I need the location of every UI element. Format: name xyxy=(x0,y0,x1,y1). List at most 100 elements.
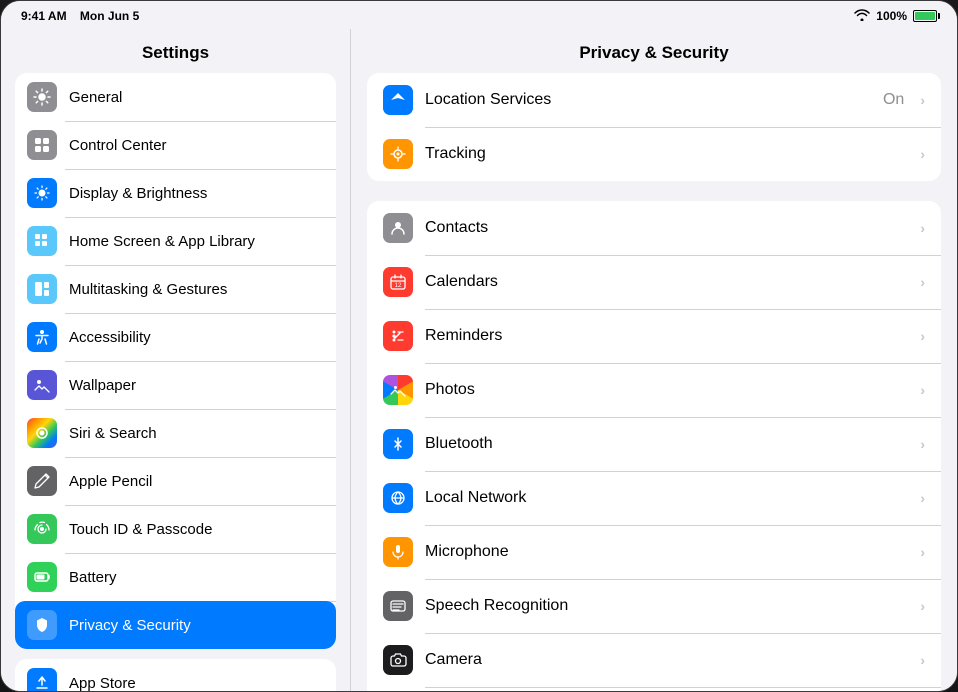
bluetooth-icon xyxy=(383,429,413,459)
location-services-chevron: › xyxy=(920,92,925,108)
apple-pencil-label: Apple Pencil xyxy=(69,473,152,490)
row-calendars[interactable]: 12 Calendars › xyxy=(367,255,941,309)
status-bar: 9:41 AM Mon Jun 5 100% xyxy=(1,1,957,29)
app-store-icon xyxy=(27,668,57,691)
local-network-chevron: › xyxy=(920,490,925,506)
siri-label: Siri & Search xyxy=(69,425,157,442)
accessibility-label: Accessibility xyxy=(69,329,151,346)
camera-label: Camera xyxy=(425,651,908,669)
row-camera[interactable]: Camera › xyxy=(367,633,941,687)
photos-icon xyxy=(383,375,413,405)
section-permissions: Contacts › 12 Calendars › R xyxy=(367,201,941,691)
calendars-chevron: › xyxy=(920,274,925,290)
tracking-label: Tracking xyxy=(425,145,908,163)
location-services-icon xyxy=(383,85,413,115)
control-center-label: Control Center xyxy=(69,137,167,154)
wallpaper-label: Wallpaper xyxy=(69,377,136,394)
sidebar: Settings General Control Center xyxy=(1,29,351,691)
microphone-label: Microphone xyxy=(425,543,908,561)
speech-icon xyxy=(383,591,413,621)
sidebar-item-accessibility[interactable]: Accessibility xyxy=(15,313,336,361)
contacts-label: Contacts xyxy=(425,219,908,237)
sidebar-item-battery[interactable]: Battery xyxy=(15,553,336,601)
sidebar-list: General Control Center Display & Brightn… xyxy=(1,73,350,691)
battery-sidebar-icon xyxy=(27,562,57,592)
wallpaper-icon xyxy=(27,370,57,400)
contacts-icon xyxy=(383,213,413,243)
sidebar-item-wallpaper[interactable]: Wallpaper xyxy=(15,361,336,409)
speech-chevron: › xyxy=(920,598,925,614)
section-location: Location Services On › Tracking › xyxy=(367,73,941,181)
bluetooth-chevron: › xyxy=(920,436,925,452)
home-screen-label: Home Screen & App Library xyxy=(69,233,255,250)
location-services-value: On xyxy=(883,91,904,109)
row-microphone[interactable]: Microphone › xyxy=(367,525,941,579)
microphone-icon xyxy=(383,537,413,567)
display-label: Display & Brightness xyxy=(69,185,207,202)
photos-label: Photos xyxy=(425,381,908,399)
row-contacts[interactable]: Contacts › xyxy=(367,201,941,255)
location-services-label: Location Services xyxy=(425,91,871,109)
apple-pencil-icon xyxy=(27,466,57,496)
reminders-icon xyxy=(383,321,413,351)
calendars-icon: 12 xyxy=(383,267,413,297)
multitasking-label: Multitasking & Gestures xyxy=(69,281,227,298)
right-panel-content: Location Services On › Tracking › xyxy=(351,73,957,691)
main-content: Settings General Control Center xyxy=(1,29,957,691)
sidebar-item-apple-pencil[interactable]: Apple Pencil xyxy=(15,457,336,505)
app-store-label: App Store xyxy=(69,675,136,692)
siri-icon xyxy=(27,418,57,448)
right-panel-title: Privacy & Security xyxy=(351,29,957,73)
tracking-icon xyxy=(383,139,413,169)
camera-icon xyxy=(383,645,413,675)
calendars-label: Calendars xyxy=(425,273,908,291)
touch-id-label: Touch ID & Passcode xyxy=(69,521,212,538)
row-speech[interactable]: Speech Recognition › xyxy=(367,579,941,633)
local-network-label: Local Network xyxy=(425,489,908,507)
multitasking-icon xyxy=(27,274,57,304)
sidebar-section-apps: App Store Wallet & Apple Pay xyxy=(15,659,336,691)
sidebar-item-privacy[interactable]: Privacy & Security xyxy=(15,601,336,649)
row-local-network[interactable]: Local Network › xyxy=(367,471,941,525)
sidebar-item-multitasking[interactable]: Multitasking & Gestures xyxy=(15,265,336,313)
contacts-chevron: › xyxy=(920,220,925,236)
wifi-icon xyxy=(854,9,870,24)
control-center-icon xyxy=(27,130,57,160)
sidebar-item-app-store[interactable]: App Store xyxy=(15,659,336,691)
home-screen-icon xyxy=(27,226,57,256)
sidebar-item-control-center[interactable]: Control Center xyxy=(15,121,336,169)
reminders-label: Reminders xyxy=(425,327,908,345)
sidebar-item-display[interactable]: Display & Brightness xyxy=(15,169,336,217)
reminders-chevron: › xyxy=(920,328,925,344)
accessibility-icon xyxy=(27,322,57,352)
microphone-chevron: › xyxy=(920,544,925,560)
right-panel: Privacy & Security Location Services On … xyxy=(351,29,957,691)
sidebar-item-touch-id[interactable]: Touch ID & Passcode xyxy=(15,505,336,553)
display-icon xyxy=(27,178,57,208)
general-icon xyxy=(27,82,57,112)
row-photos[interactable]: Photos › xyxy=(367,363,941,417)
sidebar-item-siri[interactable]: Siri & Search xyxy=(15,409,336,457)
sidebar-title: Settings xyxy=(1,29,350,73)
sidebar-item-general[interactable]: General xyxy=(15,73,336,121)
status-right: 100% xyxy=(854,9,937,24)
battery-percent: 100% xyxy=(876,9,907,23)
privacy-icon xyxy=(27,610,57,640)
battery-label: Battery xyxy=(69,569,117,586)
sidebar-item-home-screen[interactable]: Home Screen & App Library xyxy=(15,217,336,265)
privacy-label: Privacy & Security xyxy=(69,617,191,634)
row-tracking[interactable]: Tracking › xyxy=(367,127,941,181)
touch-id-icon xyxy=(27,514,57,544)
date-label: Mon Jun 5 xyxy=(80,9,139,23)
photos-chevron: › xyxy=(920,382,925,398)
row-reminders[interactable]: Reminders › xyxy=(367,309,941,363)
speech-label: Speech Recognition xyxy=(425,597,908,615)
ipad-frame: 9:41 AM Mon Jun 5 100% Settings xyxy=(0,0,958,692)
time-label: 9:41 AM xyxy=(21,9,67,23)
battery-icon xyxy=(913,10,937,22)
row-bluetooth[interactable]: Bluetooth › xyxy=(367,417,941,471)
row-location-services[interactable]: Location Services On › xyxy=(367,73,941,127)
bluetooth-label: Bluetooth xyxy=(425,435,908,453)
general-label: General xyxy=(69,89,122,106)
row-health[interactable]: Health › xyxy=(367,687,941,691)
